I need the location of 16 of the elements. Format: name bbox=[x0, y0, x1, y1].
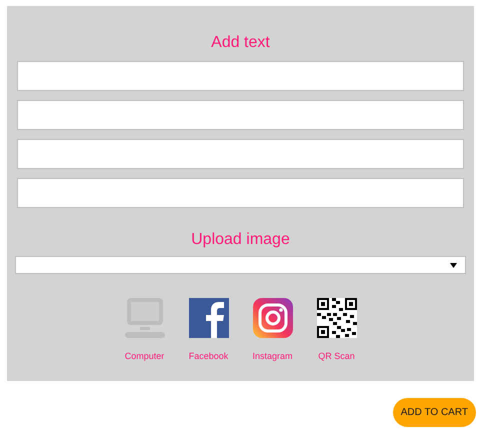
source-label[interactable]: Computer bbox=[124, 350, 164, 364]
qr-code-icon bbox=[316, 298, 356, 338]
source-label[interactable]: Facebook bbox=[188, 350, 228, 364]
section-title: Upload image bbox=[190, 230, 291, 250]
caret-icon bbox=[450, 262, 457, 268]
text-input-field[interactable] bbox=[17, 100, 464, 130]
text-input-field[interactable] bbox=[17, 61, 464, 91]
text-input-field[interactable] bbox=[17, 178, 464, 208]
add-to-cart-button[interactable]: ADD TO CART bbox=[392, 398, 476, 427]
facebook-icon bbox=[188, 298, 228, 338]
source-label[interactable]: Instagram bbox=[252, 350, 293, 364]
instagram-icon bbox=[252, 298, 292, 338]
section-title: Add text bbox=[210, 33, 271, 53]
text-input-field[interactable] bbox=[17, 139, 464, 169]
source-label[interactable]: QR Scan bbox=[318, 350, 355, 364]
image-dropdown[interactable] bbox=[15, 256, 466, 274]
